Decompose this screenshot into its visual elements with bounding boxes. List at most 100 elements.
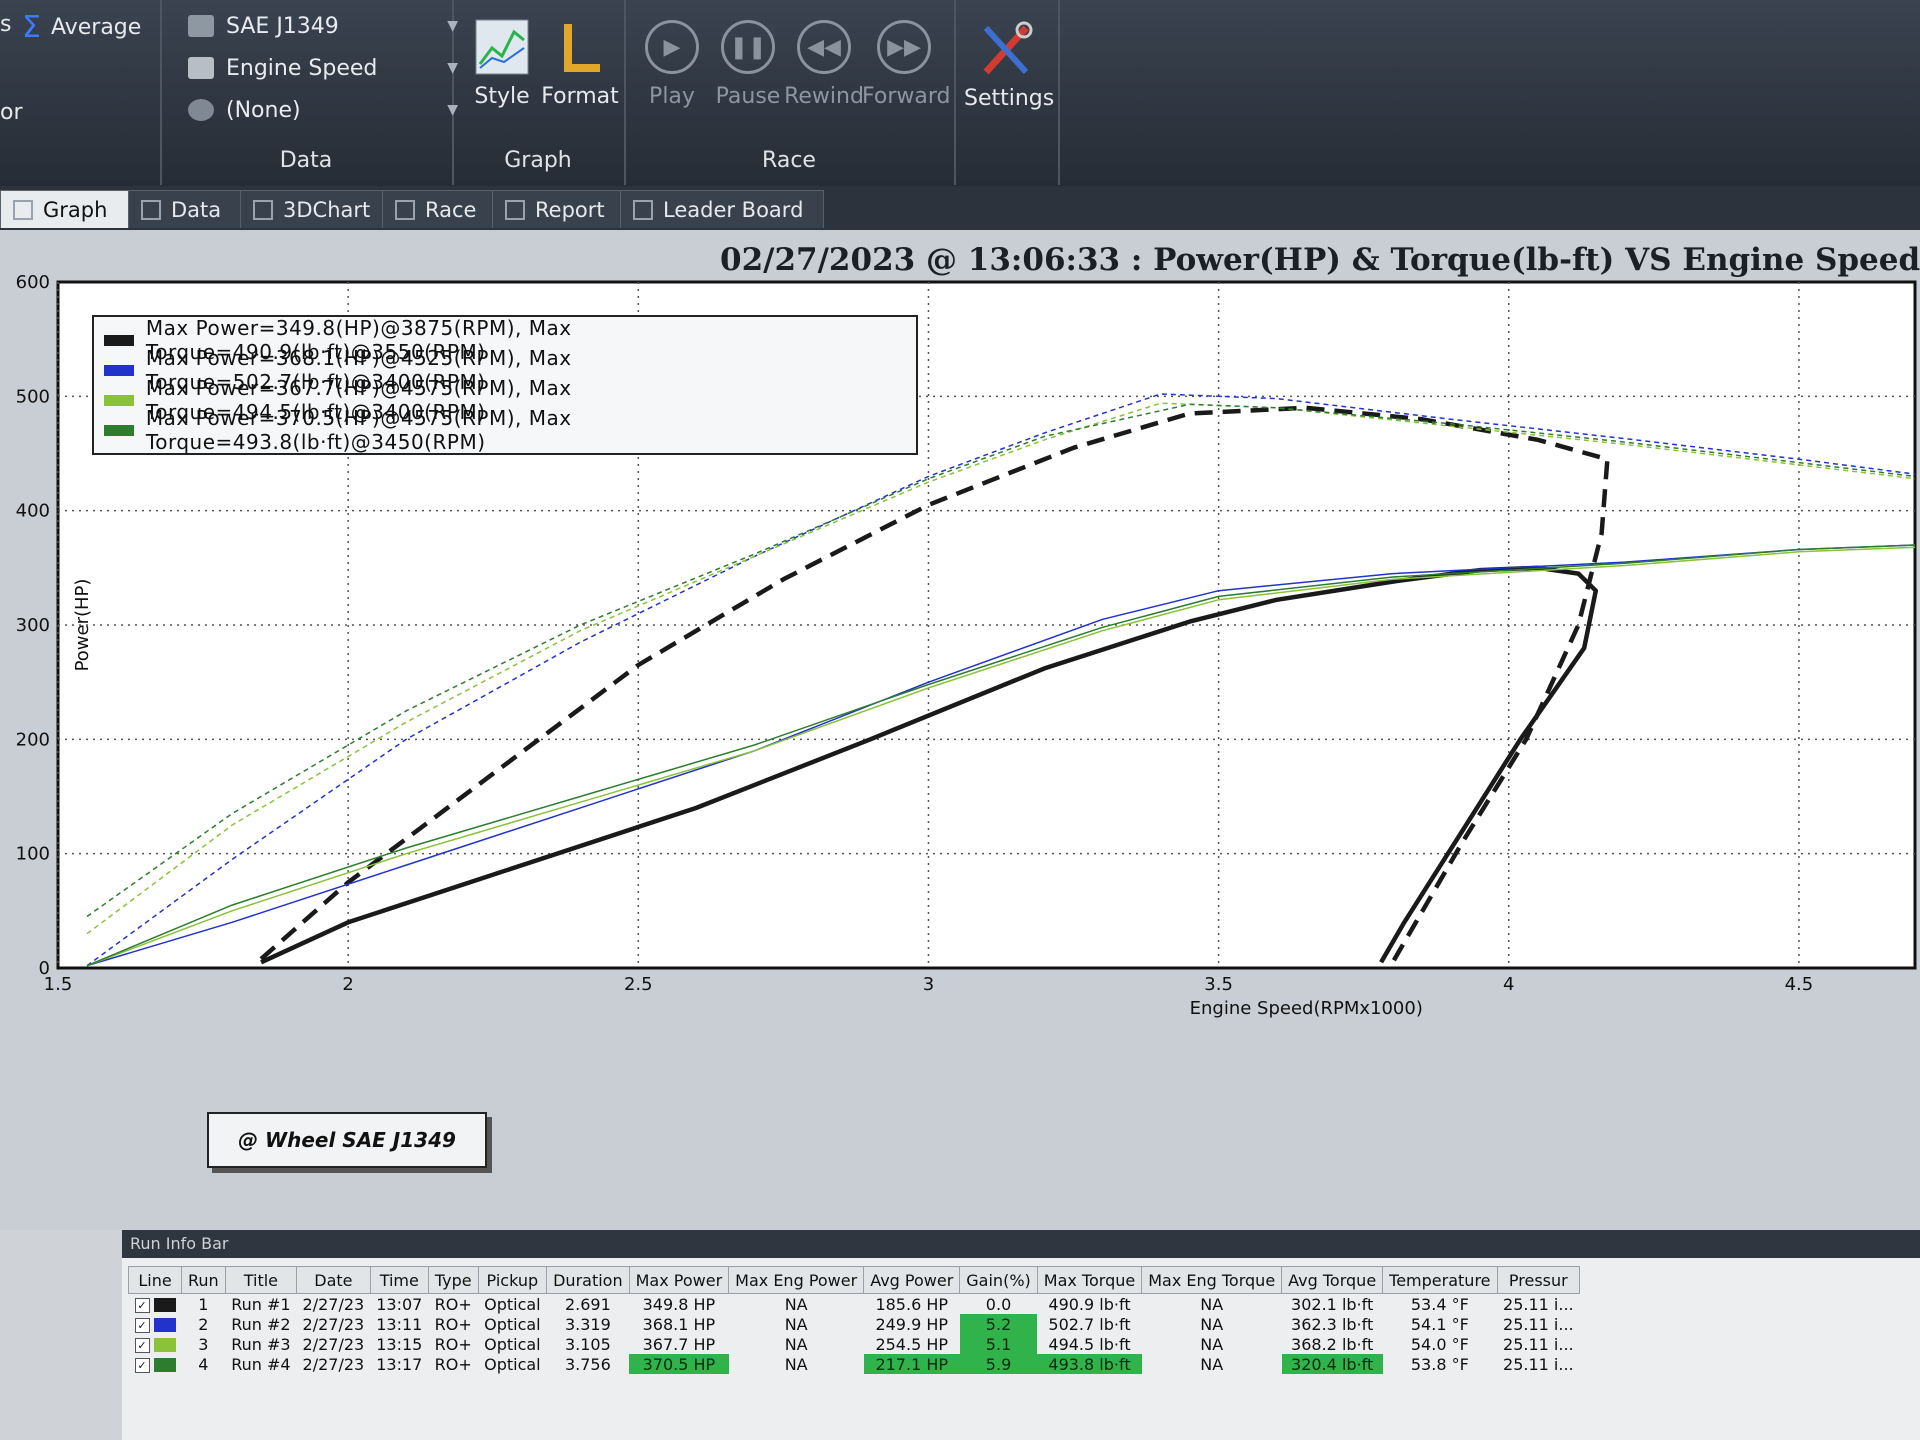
cell-avg-torque: 320.4 lb·ft	[1281, 1354, 1383, 1374]
cell-type: RO+	[434, 1314, 472, 1334]
y-tick-label: 0	[39, 958, 50, 979]
cell-duration: 2.691	[564, 1294, 611, 1314]
row-checkbox[interactable]: ✓	[134, 1357, 150, 1373]
tab-data[interactable]: Data	[128, 190, 244, 228]
3dchart-tab-icon	[253, 199, 273, 220]
column-header[interactable]: Line	[128, 1266, 182, 1294]
cell-max-power: 349.8 HP	[642, 1294, 716, 1314]
tab-graph-label: Graph	[43, 197, 108, 222]
style-icon	[474, 18, 530, 76]
x-tick-label: 4.5	[1785, 974, 1814, 995]
column-header[interactable]: Date	[296, 1266, 371, 1294]
tab-3dchart-label: 3DChart	[283, 197, 371, 222]
cell-temp: 54.1 °F	[1410, 1314, 1469, 1334]
cell-pickup: Optical	[484, 1354, 541, 1374]
x-tick-label: 2	[342, 974, 353, 995]
line-color-swatch	[153, 1318, 176, 1332]
cell-type: RO+	[434, 1294, 472, 1314]
cell-title: Run #4	[231, 1354, 291, 1374]
column-header[interactable]: Duration	[546, 1266, 630, 1294]
pause-label: Pause	[715, 84, 781, 109]
correction-select[interactable]: SAE J1349 ▼	[188, 8, 458, 44]
cell-date: 2/27/23	[302, 1334, 365, 1354]
column-header[interactable]: Pressur	[1496, 1266, 1581, 1294]
column-header[interactable]: Max Torque	[1036, 1266, 1143, 1294]
ribbon-group-settings: Settings	[954, 0, 1060, 185]
table-row[interactable]: ✓ 1 Run #1 2/27/23 13:07 RO+ Optical 2.691 349.8…	[129, 1294, 1580, 1315]
line-cell[interactable]: ✓	[129, 1354, 182, 1374]
tab-race[interactable]: Race	[382, 190, 496, 228]
cell-temp: 53.4 °F	[1410, 1294, 1469, 1314]
column-header[interactable]: Title	[224, 1266, 298, 1294]
table-row[interactable]: ✓ 3 Run #3 2/27/23 13:15 RO+ Optical 3.105 367.7…	[129, 1334, 1580, 1354]
column-header[interactable]: Max Eng Power	[728, 1266, 865, 1294]
cell-max-eng-torque: NA	[1200, 1354, 1224, 1374]
tab-leader-board[interactable]: Leader Board	[620, 190, 824, 228]
column-header[interactable]: Max Power	[628, 1266, 730, 1294]
y-axis-ticks: 0 100 200 300 400 500 600	[16, 272, 50, 979]
column-header[interactable]: Time	[369, 1266, 429, 1294]
x-axis-select[interactable]: Engine Speed ▼	[188, 50, 458, 86]
average-button[interactable]: Σ Average	[22, 10, 141, 45]
style-button[interactable]: Style	[460, 18, 544, 109]
run-table: Line Run Title Date Time Type Pickup Duration Ma…	[128, 1266, 1581, 1374]
chart-title: 02/27/2023 @ 13:06:33 : Power(HP) & Torq…	[720, 242, 1920, 278]
x-tick-label: 2.5	[624, 974, 653, 995]
column-header[interactable]: Max Eng Torque	[1141, 1266, 1283, 1294]
cell-title: Run #1	[231, 1294, 291, 1314]
line-cell[interactable]: ✓	[129, 1294, 182, 1315]
tab-3dchart[interactable]: 3DChart	[240, 190, 386, 228]
cell-temp: 53.8 °F	[1410, 1354, 1469, 1374]
cell-type: RO+	[434, 1354, 472, 1374]
row-checkbox[interactable]: ✓	[134, 1317, 150, 1333]
view-tabs: Graph Data 3DChart Race Report Leader Bo…	[0, 186, 1920, 230]
cell-gain: 5.1	[959, 1334, 1038, 1354]
forward-button[interactable]: ▶▶ Forward	[862, 20, 950, 109]
cell-pickup: Optical	[484, 1314, 541, 1334]
column-header[interactable]: Temperature	[1382, 1266, 1498, 1294]
row-checkbox[interactable]: ✓	[134, 1297, 150, 1313]
ribbon-group-race: ▶ Play ❚❚ Pause ◀◀ Rewind ▶▶ Forward Rac…	[624, 0, 956, 185]
row-checkbox[interactable]: ✓	[134, 1337, 150, 1353]
style-label: Style	[474, 84, 530, 109]
column-header[interactable]: Gain(%)	[959, 1266, 1038, 1294]
column-header[interactable]: Type	[427, 1266, 479, 1294]
column-header[interactable]: Avg Torque	[1281, 1266, 1384, 1294]
y-tick-label: 100	[16, 844, 50, 865]
table-row[interactable]: ✓ 4 Run #4 2/27/23 13:17 RO+ Optical 3.756 370.5…	[129, 1354, 1580, 1374]
format-button[interactable]: Format	[538, 18, 622, 109]
cell-pressure: 25.11 i...	[1503, 1294, 1574, 1314]
gear-search-icon	[188, 99, 214, 121]
cell-max-power: 370.5 HP	[629, 1354, 729, 1374]
third-select[interactable]: (None) ▼	[188, 92, 458, 128]
play-label: Play	[649, 84, 695, 109]
column-header[interactable]: Run	[181, 1266, 226, 1294]
run-table-header: Line Run Title Date Time Type Pickup Duration Ma…	[128, 1266, 1581, 1294]
column-header[interactable]: Avg Power	[863, 1266, 961, 1294]
column-header[interactable]: Pickup	[477, 1266, 548, 1294]
y-axis-label: Power(HP)	[72, 579, 93, 672]
tab-graph[interactable]: Graph	[0, 190, 132, 228]
cell-max-eng-torque: NA	[1200, 1334, 1224, 1354]
settings-button[interactable]: Settings	[964, 20, 1054, 111]
y-tick-label: 400	[16, 501, 50, 522]
tab-report[interactable]: Report	[492, 190, 624, 228]
play-button[interactable]: ▶ Play	[630, 20, 714, 109]
pause-icon: ❚❚	[721, 20, 775, 74]
legend-swatch	[104, 334, 134, 346]
cell-pickup: Optical	[484, 1334, 541, 1354]
tab-report-label: Report	[535, 197, 605, 222]
legend-entry: Max Power=370.5(HP)@4575(RPM), Max Torqu…	[104, 406, 916, 454]
table-row[interactable]: ✓ 2 Run #2 2/27/23 13:11 RO+ Optical 3.319 368.1…	[129, 1314, 1580, 1334]
y-tick-label: 500	[16, 386, 50, 407]
data-tab-icon	[141, 199, 161, 220]
line-color-swatch	[153, 1358, 176, 1372]
pause-button[interactable]: ❚❚ Pause	[706, 20, 790, 109]
correction-icon	[188, 15, 214, 37]
graph-tab-icon	[13, 199, 33, 220]
line-cell[interactable]: ✓	[129, 1334, 182, 1354]
cell-avg-power: 185.6 HP	[875, 1294, 949, 1314]
line-cell[interactable]: ✓	[129, 1314, 182, 1334]
rewind-button[interactable]: ◀◀ Rewind	[782, 20, 866, 109]
cell-max-eng-torque: NA	[1200, 1314, 1224, 1334]
